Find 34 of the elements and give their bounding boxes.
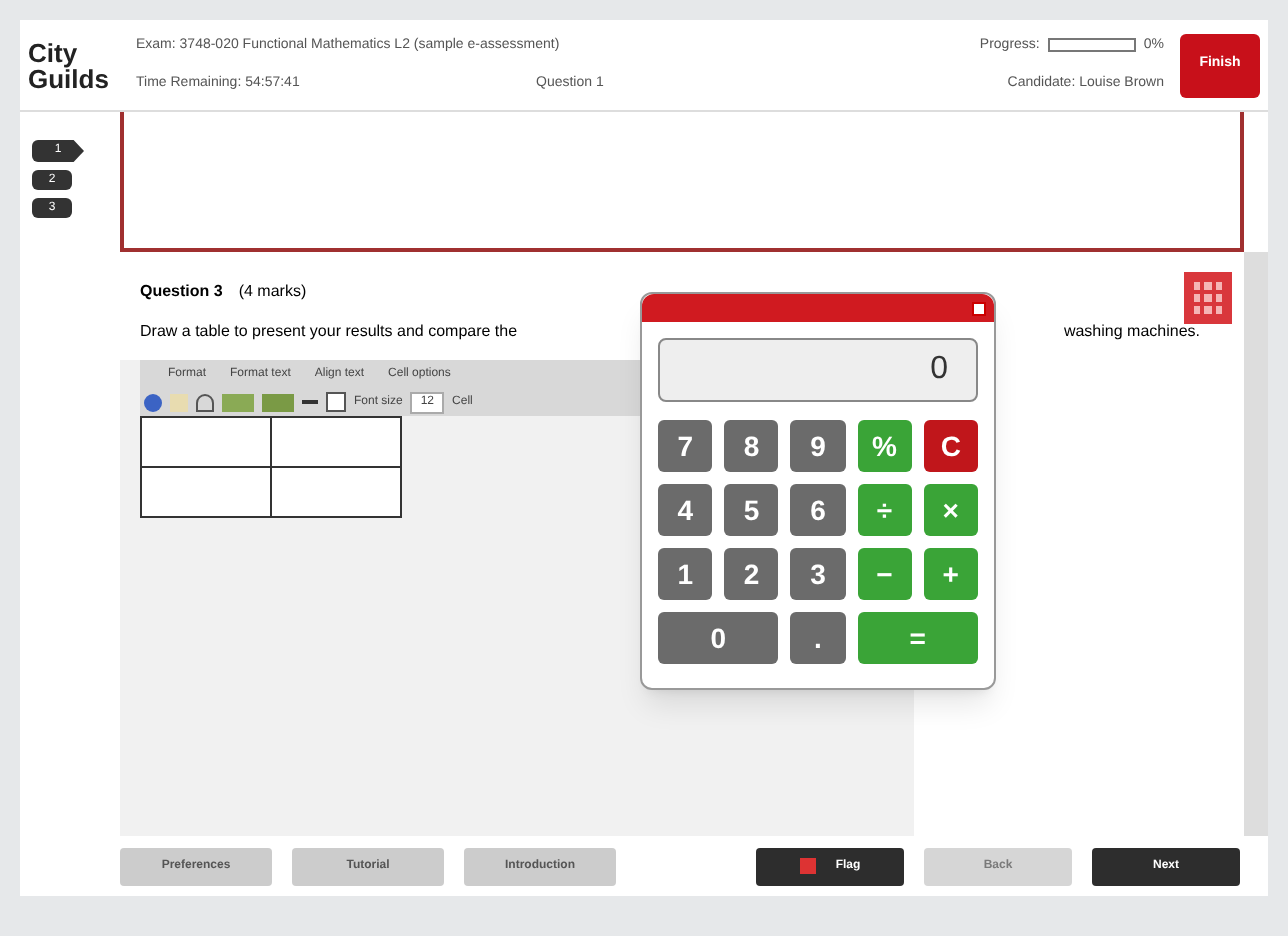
calculator-key[interactable]: 4 (658, 484, 713, 536)
question-title: Question 3 (140, 280, 223, 304)
calculator-key[interactable]: % (857, 420, 912, 472)
calculator-key[interactable]: 3 (790, 548, 846, 600)
calculator-display: 0 (658, 338, 978, 402)
calculator-key[interactable]: = (857, 612, 978, 664)
calculator-key[interactable]: 6 (790, 484, 846, 536)
table-cell[interactable] (141, 467, 271, 517)
logo-text: Guilds (28, 65, 111, 91)
question-text: Draw a table to present your results and compare the (140, 320, 518, 344)
calculator-key[interactable]: 0 (658, 612, 779, 664)
calculator-key[interactable]: ÷ (857, 484, 912, 536)
calculator-key[interactable]: 7 (658, 420, 713, 472)
calculator-key[interactable]: 2 (724, 548, 779, 600)
flag-icon (799, 858, 816, 874)
scrollbar[interactable] (1244, 252, 1268, 836)
calculator-key[interactable]: − (857, 548, 912, 600)
table-cell[interactable] (271, 467, 401, 517)
calculator-key[interactable]: . (790, 612, 846, 664)
logo-text: City (28, 39, 80, 65)
calculator-key[interactable]: 8 (724, 420, 779, 472)
calculator-key[interactable]: C (923, 420, 978, 472)
calculator-key[interactable]: × (923, 484, 978, 536)
table-cell[interactable] (141, 417, 271, 467)
calculator-key[interactable]: 1 (658, 548, 713, 600)
close-icon[interactable] (972, 301, 986, 315)
question-text: washing machines. (1063, 320, 1200, 344)
answer-box[interactable] (120, 112, 1244, 252)
calculator-key[interactable]: 9 (790, 420, 846, 472)
table-cell[interactable] (271, 417, 401, 467)
calculator-icon[interactable] (1184, 272, 1232, 324)
calculator-key[interactable]: 5 (724, 484, 779, 536)
calculator-key[interactable]: + (923, 548, 978, 600)
marks-text: (4 marks) (238, 280, 307, 304)
